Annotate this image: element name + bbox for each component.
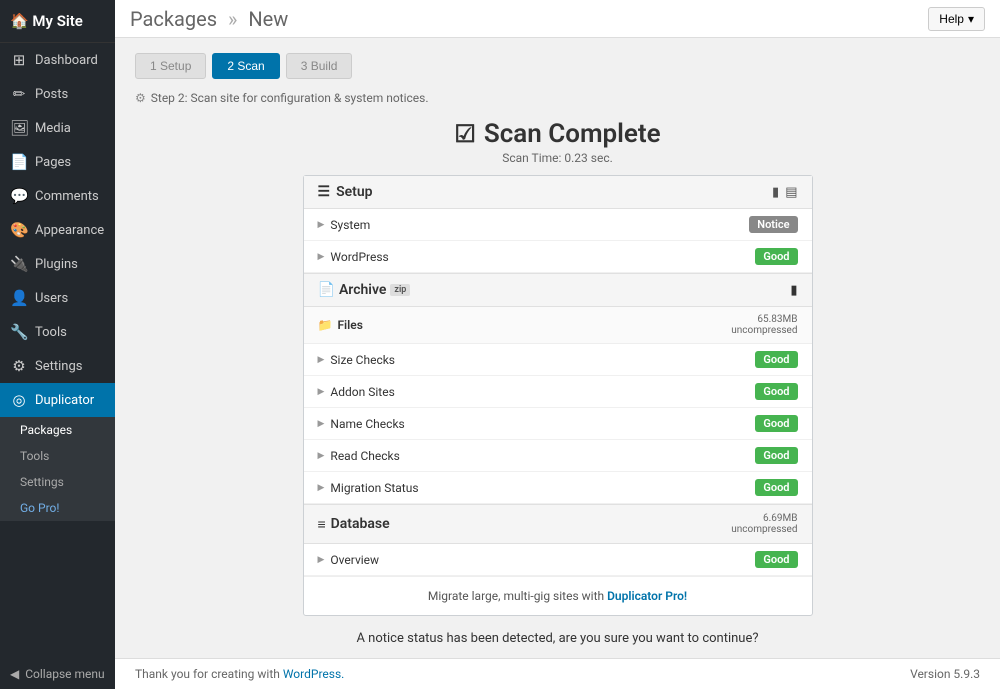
overview-label: Overview bbox=[318, 553, 380, 567]
dashboard-icon: ⊞ bbox=[10, 51, 28, 69]
wordpress-link[interactable]: WordPress. bbox=[283, 667, 344, 681]
read-checks-label: Read Checks bbox=[318, 449, 400, 463]
comments-icon: 💬 bbox=[10, 187, 28, 205]
topbar: Packages » New Help ▾ bbox=[115, 0, 1000, 38]
sidebar-item-plugins[interactable]: 🔌 Plugins bbox=[0, 247, 115, 281]
site-title: 🏠 My Site bbox=[0, 0, 115, 43]
wordpress-label: WordPress bbox=[318, 250, 389, 264]
sidebar-item-posts[interactable]: ✏ Posts bbox=[0, 77, 115, 111]
promo-row: Migrate large, multi-gig sites with Dupl… bbox=[304, 576, 812, 615]
zip-badge: zip bbox=[390, 284, 410, 296]
sidebar-item-tools[interactable]: 🔧 Tools bbox=[0, 315, 115, 349]
scan-complete-title: Scan Complete bbox=[484, 119, 661, 149]
files-icon: 📁 bbox=[318, 318, 333, 332]
settings-icon: ⚙ bbox=[10, 357, 28, 375]
files-row: 📁 Files 65.83MB uncompressed bbox=[304, 307, 812, 344]
content-area: 1 Setup 2 Scan 3 Build Step 2: Scan site… bbox=[115, 38, 1000, 658]
plugins-icon: 🔌 bbox=[10, 255, 28, 273]
files-label: 📁 Files bbox=[318, 318, 363, 332]
main-card: ☰ Setup ▮ ▤ System Notice WordPress Good bbox=[303, 175, 813, 616]
addon-sites-label: Addon Sites bbox=[318, 385, 395, 399]
db-size: 6.69MB uncompressed bbox=[731, 513, 797, 535]
archive-icon: 📄 bbox=[318, 282, 335, 298]
duplicator-pro-link[interactable]: Duplicator Pro! bbox=[607, 589, 687, 603]
setup-list-icon: ☰ bbox=[318, 184, 331, 200]
wordpress-row[interactable]: WordPress Good bbox=[304, 241, 812, 273]
sidebar-item-duplicator[interactable]: ◎ Duplicator bbox=[0, 383, 115, 417]
name-checks-badge: Good bbox=[755, 415, 797, 432]
sidebar-item-tools-sub[interactable]: Tools bbox=[0, 443, 115, 469]
step-instruction: Step 2: Scan site for configuration & sy… bbox=[135, 91, 980, 105]
system-badge: Notice bbox=[749, 216, 797, 233]
archive-section-header: 📄 Archive zip ▮ bbox=[304, 273, 812, 307]
setup-icon-1: ▮ bbox=[772, 185, 779, 200]
sidebar-submenu: Packages Tools Settings Go Pro! bbox=[0, 417, 115, 521]
users-icon: 👤 bbox=[10, 289, 28, 307]
sidebar-item-appearance[interactable]: 🎨 Appearance bbox=[0, 213, 115, 247]
sidebar-item-packages[interactable]: Packages bbox=[0, 417, 115, 443]
sidebar-item-gopro[interactable]: Go Pro! bbox=[0, 495, 115, 521]
posts-icon: ✏ bbox=[10, 85, 28, 103]
sidebar-item-comments[interactable]: 💬 Comments bbox=[0, 179, 115, 213]
help-button[interactable]: Help ▾ bbox=[928, 7, 985, 31]
media-icon: 🖼 bbox=[10, 119, 28, 137]
archive-icon-right: ▮ bbox=[790, 283, 797, 298]
migration-status-label: Migration Status bbox=[318, 481, 419, 495]
sidebar-item-settings[interactable]: ⚙ Settings bbox=[0, 349, 115, 383]
sidebar-item-dashboard[interactable]: ⊞ Dashboard bbox=[0, 43, 115, 77]
step-setup-button[interactable]: 1 Setup bbox=[135, 53, 206, 79]
sidebar-item-settings-sub[interactable]: Settings bbox=[0, 469, 115, 495]
step-scan-button[interactable]: 2 Scan bbox=[212, 53, 279, 79]
version-text: Version 5.9.3 bbox=[910, 667, 980, 681]
footer-text: Thank you for creating with WordPress. bbox=[135, 667, 344, 681]
database-section-header: ≡ Database 6.69MB uncompressed bbox=[304, 504, 812, 544]
collapse-icon: ◀ bbox=[10, 667, 19, 681]
footer: Thank you for creating with WordPress. V… bbox=[115, 658, 1000, 689]
collapse-menu[interactable]: ◀ Collapse menu bbox=[0, 659, 115, 689]
read-checks-row[interactable]: Read Checks Good bbox=[304, 440, 812, 472]
scan-time: Scan Time: 0.23 sec. bbox=[135, 151, 980, 165]
tools-icon: 🔧 bbox=[10, 323, 28, 341]
pages-icon: 📄 bbox=[10, 153, 28, 171]
files-size: 65.83MB uncompressed bbox=[731, 314, 797, 336]
name-checks-row[interactable]: Name Checks Good bbox=[304, 408, 812, 440]
appearance-icon: 🎨 bbox=[10, 221, 28, 239]
setup-icon-2: ▤ bbox=[785, 185, 797, 200]
migration-status-row[interactable]: Migration Status Good bbox=[304, 472, 812, 504]
steps-nav: 1 Setup 2 Scan 3 Build bbox=[135, 53, 980, 79]
size-checks-row[interactable]: Size Checks Good bbox=[304, 344, 812, 376]
setup-icons: ▮ ▤ bbox=[772, 185, 797, 200]
step-build-button[interactable]: 3 Build bbox=[286, 53, 353, 79]
overview-row[interactable]: Overview Good bbox=[304, 544, 812, 576]
wordpress-badge: Good bbox=[755, 248, 797, 265]
read-checks-badge: Good bbox=[755, 447, 797, 464]
help-arrow-icon: ▾ bbox=[968, 12, 974, 26]
setup-section-header: ☰ Setup ▮ ▤ bbox=[304, 176, 812, 209]
name-checks-label: Name Checks bbox=[318, 417, 405, 431]
sidebar: 🏠 My Site ⊞ Dashboard ✏ Posts 🖼 Media 📄 … bbox=[0, 0, 115, 689]
migration-status-badge: Good bbox=[755, 479, 797, 496]
main-area: Packages » New Help ▾ 1 Setup 2 Scan 3 B… bbox=[115, 0, 1000, 689]
scan-complete-check-icon: ☑ bbox=[454, 120, 476, 148]
addon-sites-row[interactable]: Addon Sites Good bbox=[304, 376, 812, 408]
sidebar-item-users[interactable]: 👤 Users bbox=[0, 281, 115, 315]
system-row[interactable]: System Notice bbox=[304, 209, 812, 241]
system-label: System bbox=[318, 218, 371, 232]
notice-warning: A notice status has been detected, are y… bbox=[135, 631, 980, 646]
overview-badge: Good bbox=[755, 551, 797, 568]
scan-complete-header: ☑ Scan Complete Scan Time: 0.23 sec. bbox=[135, 119, 980, 165]
size-checks-badge: Good bbox=[755, 351, 797, 368]
sidebar-item-pages[interactable]: 📄 Pages bbox=[0, 145, 115, 179]
duplicator-icon: ◎ bbox=[10, 391, 28, 409]
breadcrumb: Packages » New bbox=[130, 7, 288, 31]
database-icon: ≡ bbox=[318, 516, 326, 533]
addon-sites-badge: Good bbox=[755, 383, 797, 400]
size-checks-label: Size Checks bbox=[318, 353, 396, 367]
sidebar-item-media[interactable]: 🖼 Media bbox=[0, 111, 115, 145]
